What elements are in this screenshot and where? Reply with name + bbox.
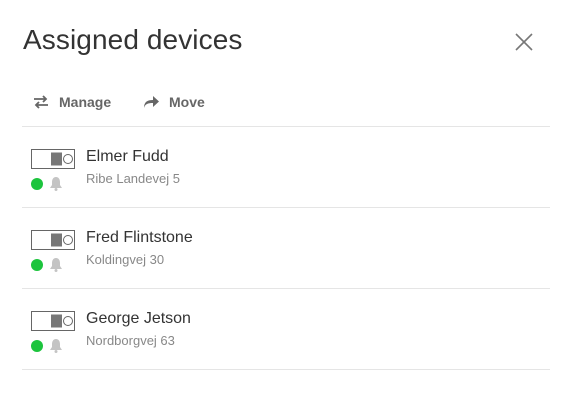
toolbar: Manage Move: [22, 82, 550, 127]
list-item[interactable]: Elmer Fudd Ribe Landevej 5: [22, 127, 550, 208]
device-name: Elmer Fudd: [86, 148, 169, 165]
assigned-devices-dialog: Assigned devices Manage Move Elmer Fudd …: [0, 0, 565, 401]
device-address: Ribe Landevej 5: [86, 171, 180, 186]
forward-arrow-icon: [144, 96, 159, 108]
device-address: Koldingvej 30: [86, 252, 165, 267]
bell-icon: [50, 258, 62, 272]
status-dot: [31, 340, 43, 352]
manage-button[interactable]: Manage: [33, 94, 111, 110]
swap-arrows-icon: [34, 95, 48, 109]
close-icon[interactable]: [515, 33, 533, 51]
device-address: Nordborgvej 63: [86, 333, 175, 348]
device-switch-icon: [31, 230, 75, 250]
dialog-title: Assigned devices: [23, 24, 243, 55]
status-dot: [31, 259, 43, 271]
bell-icon: [50, 177, 62, 191]
device-switch-icon: [31, 149, 75, 169]
device-name: Fred Flintstone: [86, 229, 193, 246]
device-switch-icon: [31, 311, 75, 331]
list-item[interactable]: George Jetson Nordborgvej 63: [22, 289, 550, 370]
status-dot: [31, 178, 43, 190]
dialog-header: Assigned devices: [22, 0, 550, 82]
device-name: George Jetson: [86, 310, 191, 327]
bell-icon: [50, 339, 62, 353]
list-item[interactable]: Fred Flintstone Koldingvej 30: [22, 208, 550, 289]
manage-label: Manage: [59, 94, 112, 110]
move-label: Move: [169, 94, 205, 110]
move-button[interactable]: Move: [143, 94, 205, 110]
device-list: Elmer Fudd Ribe Landevej 5 Fred Flintsto…: [22, 127, 550, 370]
